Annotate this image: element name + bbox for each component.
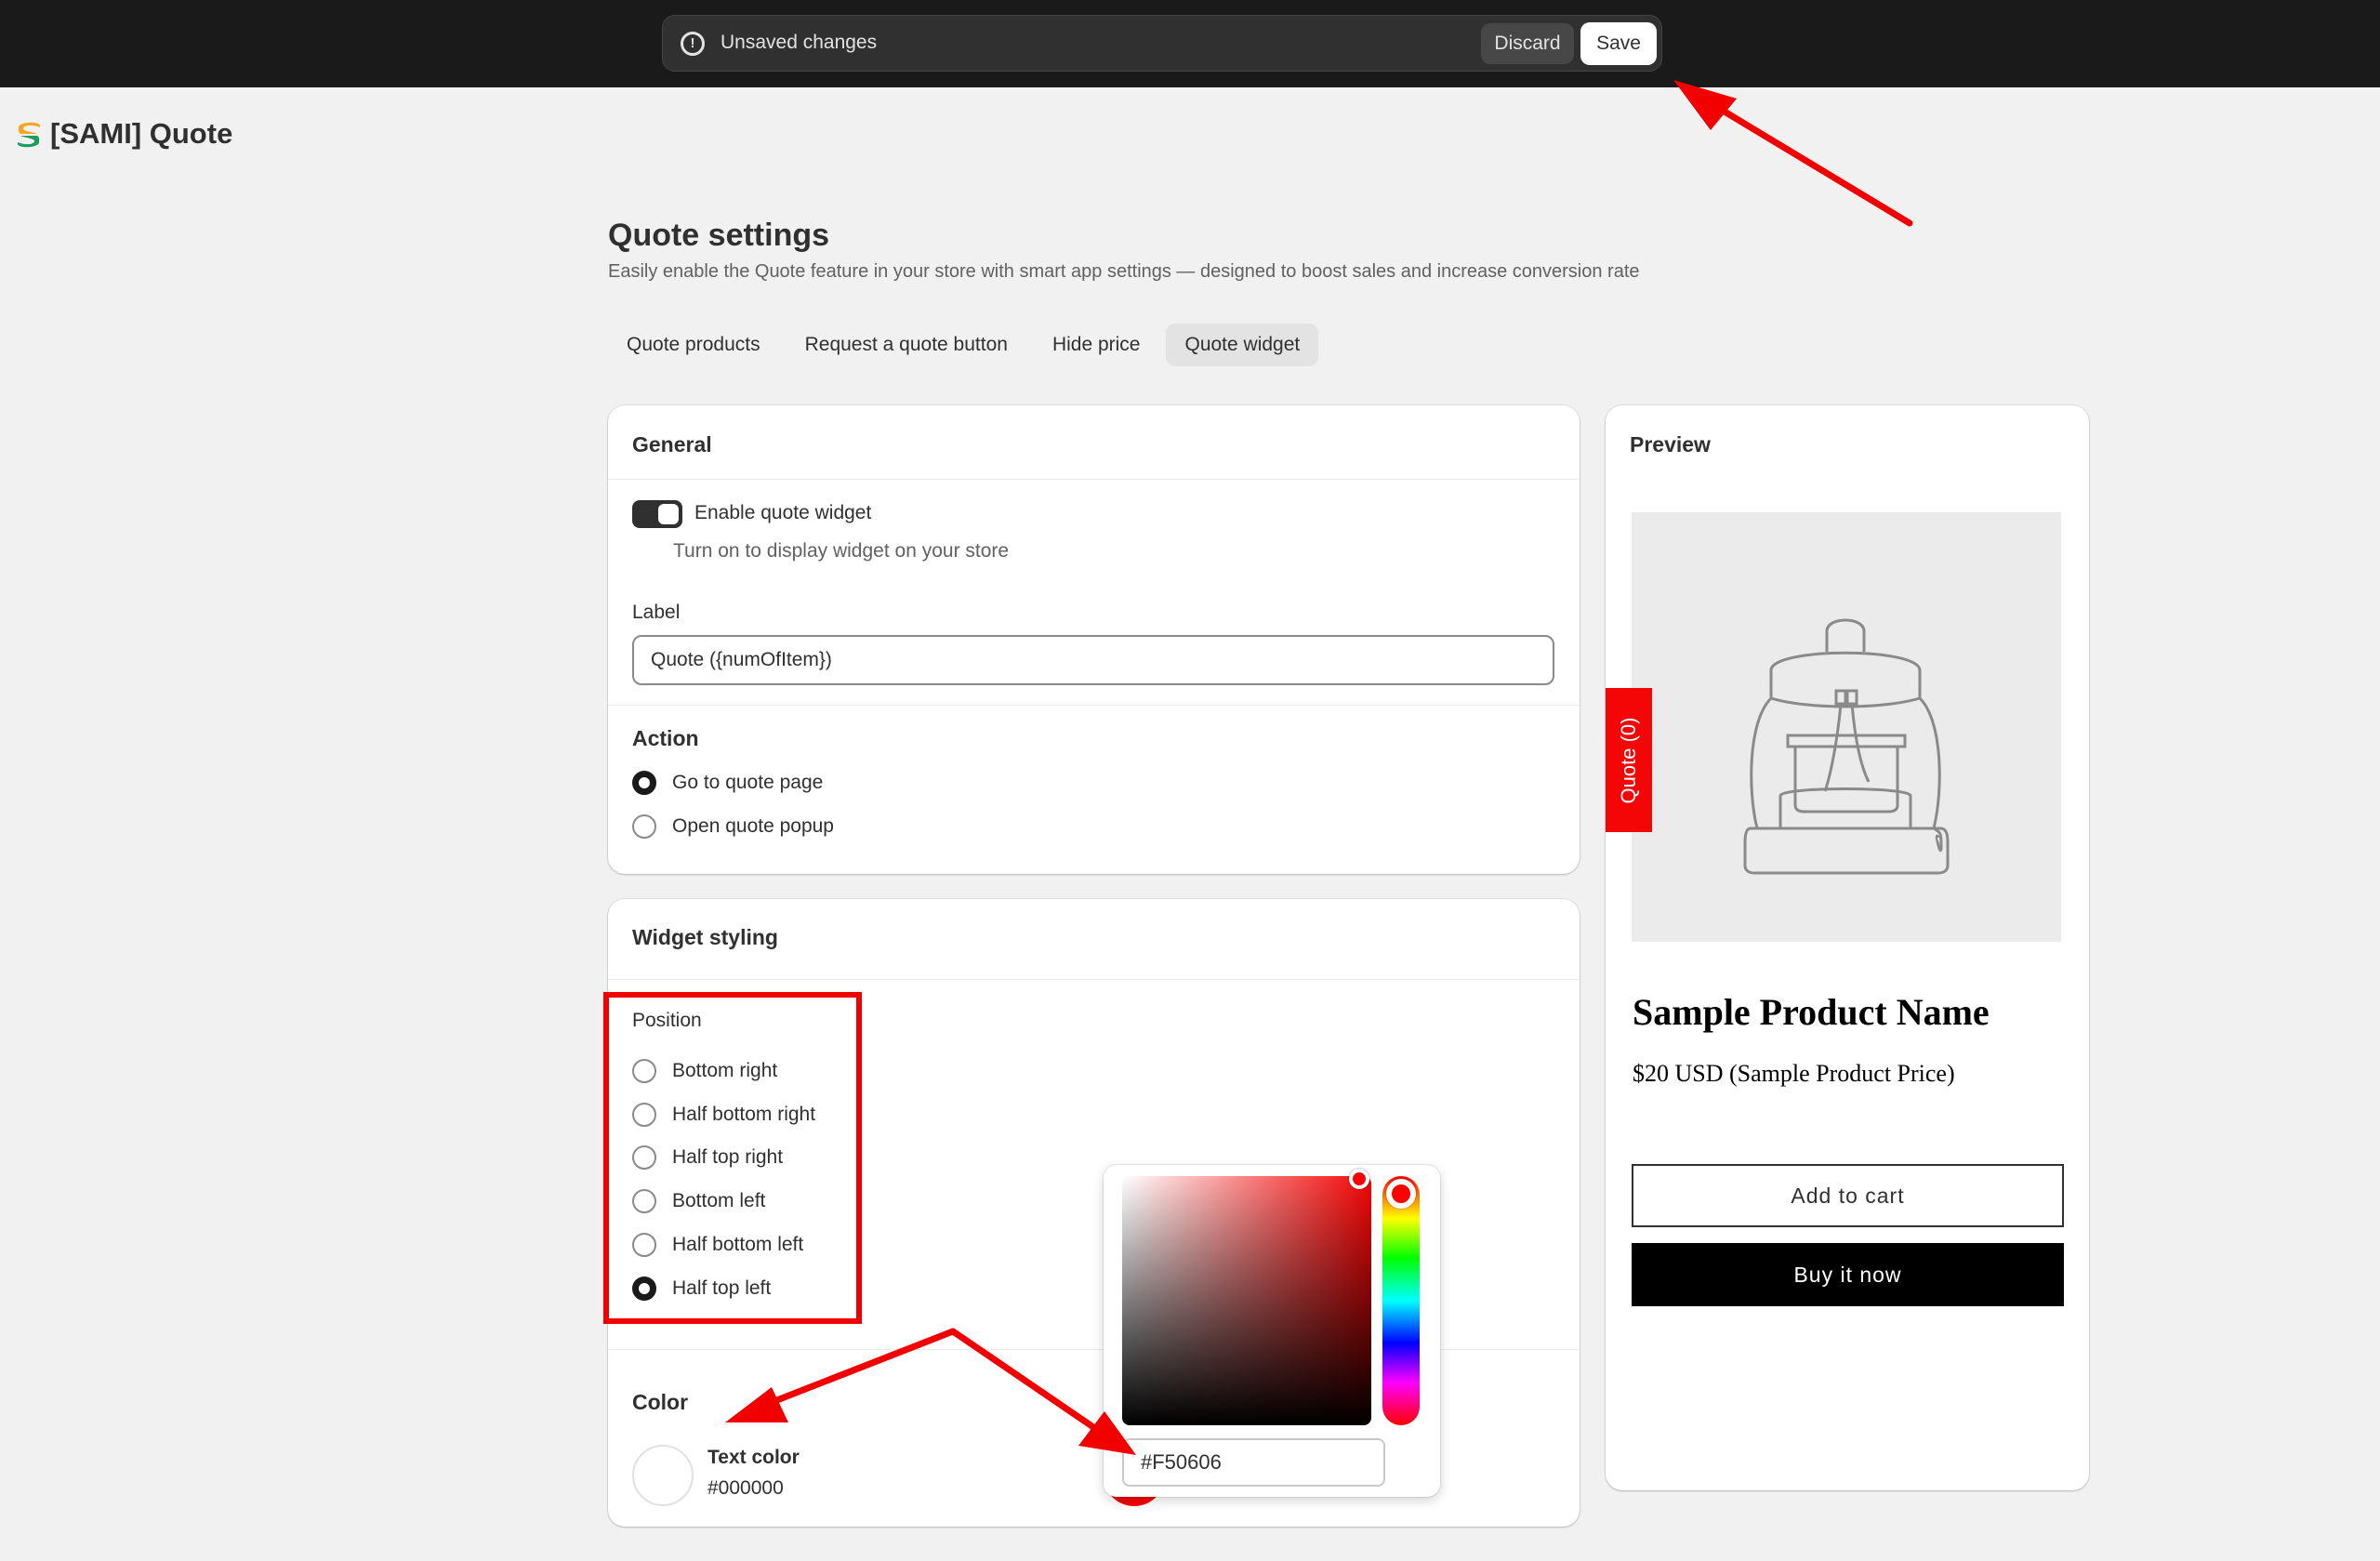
- page-title: Quote settings: [608, 218, 830, 253]
- top-bar: ! Unsaved changes Discard Save: [0, 0, 2380, 87]
- action-title: Action: [632, 726, 699, 750]
- tab-request-a-quote-button[interactable]: Request a quote button: [787, 324, 1026, 366]
- buy-it-now-button[interactable]: Buy it now: [1632, 1243, 2064, 1306]
- preview-card: Preview Quote (0) Sample Product Name $2…: [1606, 405, 2089, 1490]
- label-field-label: Label: [632, 602, 681, 623]
- app-logo-icon: [18, 122, 40, 148]
- saturation-area[interactable]: [1122, 1176, 1371, 1425]
- text-color-value: #000000: [707, 1477, 784, 1499]
- add-to-cart-button[interactable]: Add to cart: [1632, 1164, 2064, 1227]
- tab-hide-price[interactable]: Hide price: [1034, 324, 1159, 366]
- general-title: General: [632, 432, 712, 456]
- text-color-label: Text color: [707, 1447, 800, 1468]
- hex-color-input[interactable]: #F50606: [1122, 1438, 1385, 1487]
- contextual-save-bar: ! Unsaved changes Discard Save: [662, 15, 1662, 72]
- action-open-quote-popup[interactable]: Open quote popup: [632, 813, 834, 840]
- quote-widget-preview[interactable]: Quote (0): [1606, 688, 1652, 832]
- enable-widget-toggle[interactable]: [632, 500, 682, 528]
- arrow-to-save-line: [1693, 91, 1913, 227]
- enable-widget-help: Turn on to display widget on your store: [673, 540, 1010, 562]
- text-color-swatch[interactable]: [632, 1445, 694, 1506]
- position-highlight-box: [603, 992, 862, 1324]
- product-price: $20 USD (Sample Product Price): [1633, 1060, 1955, 1087]
- tab-quote-widget[interactable]: Quote widget: [1166, 324, 1319, 366]
- radio-checked[interactable]: [632, 771, 656, 795]
- widget-styling-title: Widget styling: [632, 925, 778, 949]
- product-image: [1632, 512, 2061, 942]
- hue-handle[interactable]: [1386, 1179, 1416, 1209]
- action-go-to-quote-page[interactable]: Go to quote page: [632, 769, 823, 797]
- unsaved-changes-message: Unsaved changes: [721, 32, 878, 53]
- saturation-handle[interactable]: [1349, 1169, 1369, 1189]
- color-picker-popover: #F50606: [1104, 1165, 1440, 1497]
- color-title: Color: [632, 1390, 689, 1414]
- divider: [608, 479, 1580, 480]
- app-title: [SAMI] Quote: [50, 117, 233, 150]
- divider: [608, 705, 1580, 706]
- preview-title: Preview: [1630, 432, 1711, 456]
- arrow-head-save: [1673, 80, 1737, 130]
- enable-widget-label: Enable quote widget: [694, 502, 872, 523]
- alert-icon: !: [681, 32, 705, 56]
- backpack-icon: [1743, 618, 1950, 875]
- product-name: Sample Product Name: [1633, 991, 1990, 1033]
- tab-quote-products[interactable]: Quote products: [608, 324, 779, 366]
- general-card: General Enable quote widget Turn on to d…: [608, 405, 1580, 874]
- settings-tabs: Quote products Request a quote button Hi…: [608, 324, 1319, 366]
- label-input[interactable]: Quote ({numOfItem}): [632, 635, 1554, 685]
- divider: [608, 979, 1580, 980]
- toggle-knob: [658, 504, 679, 524]
- discard-button[interactable]: Discard: [1481, 23, 1574, 64]
- page-subtitle: Easily enable the Quote feature in your …: [608, 261, 1640, 282]
- hue-slider[interactable]: [1382, 1176, 1420, 1425]
- save-button[interactable]: Save: [1580, 22, 1657, 65]
- radio-unchecked[interactable]: [632, 814, 656, 839]
